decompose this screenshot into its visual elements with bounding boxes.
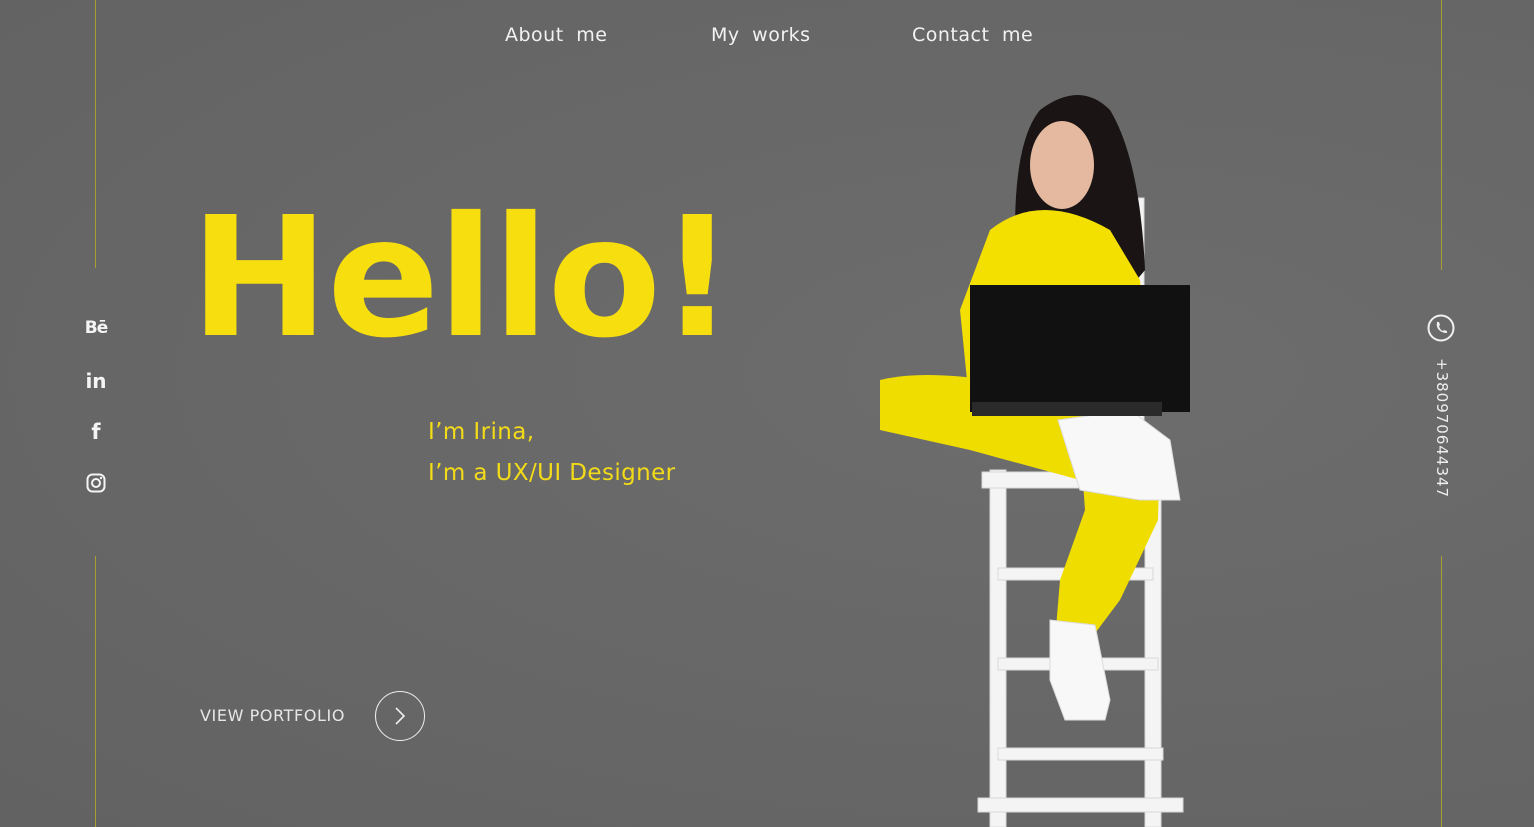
behance-icon[interactable]: Bē <box>78 313 114 343</box>
chevron-right-icon <box>395 707 406 725</box>
nav-about[interactable]: About me <box>505 24 607 46</box>
phone-number[interactable]: +380970644347 <box>1433 358 1451 498</box>
hero-intro-line1: I’m Irina, <box>428 419 535 445</box>
designer-portrait <box>880 95 1190 827</box>
linkedin-icon[interactable]: in <box>78 366 114 396</box>
hero-greeting: Hello! <box>190 182 735 375</box>
right-bottom-line <box>1441 556 1442 827</box>
instagram-icon[interactable] <box>78 468 114 498</box>
view-portfolio-link[interactable]: VIEW PORTFOLIO <box>200 706 345 725</box>
view-portfolio-button[interactable] <box>375 691 425 741</box>
nav-contact[interactable]: Contact me <box>912 24 1033 46</box>
facebook-icon[interactable]: f <box>78 417 114 447</box>
right-top-line <box>1441 0 1442 270</box>
hero-page: About me My works Contact me Bē in f Hel… <box>0 0 1534 827</box>
phone-icon[interactable] <box>1427 314 1455 342</box>
nav-works[interactable]: My works <box>711 24 811 46</box>
hero-intro-line2: I’m a UX/UI Designer <box>428 460 676 486</box>
left-top-line <box>95 0 96 268</box>
left-bottom-line <box>95 556 96 827</box>
